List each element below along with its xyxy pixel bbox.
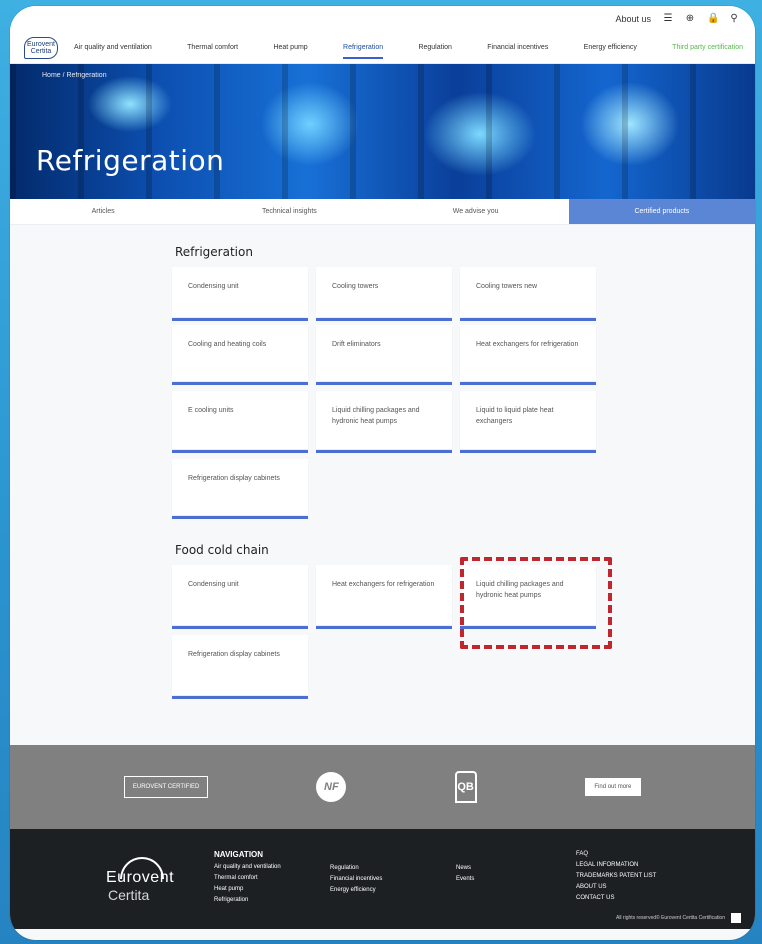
target-highlight-box — [460, 557, 612, 649]
footer-logo-line1: Eurovent — [106, 869, 175, 886]
copyright-text: All rights reserved© Eurovent Certita Ce… — [615, 915, 725, 921]
about-us-link[interactable]: About us — [615, 14, 651, 24]
certification-logos: EUROVENT CERTIFIED NF QB Find out more — [10, 745, 755, 829]
nf-logo[interactable]: NF — [316, 772, 347, 802]
eurovent-logo[interactable]: Eurovent Certita — [24, 36, 58, 59]
product-card[interactable]: Liquid to liquid plate heat exchangers — [460, 391, 596, 453]
lock-icon[interactable]: 🔒 — [707, 14, 719, 24]
tab-articles[interactable]: Articles — [10, 199, 196, 224]
footer-link[interactable]: Regulation — [330, 863, 382, 874]
nav-third-party-certification[interactable]: Third party certification — [668, 40, 747, 55]
footer-link[interactable]: Energy efficiency — [330, 885, 382, 896]
footer-nav-col1: NAVIGATION Air quality and ventilation T… — [214, 849, 281, 906]
product-card[interactable]: Refrigeration display cabinets — [172, 635, 308, 699]
back-to-top-icon[interactable] — [731, 913, 741, 923]
nav-links: Air quality and ventilation Thermal comf… — [70, 40, 747, 59]
find-out-more-button[interactable]: Find out more — [584, 778, 641, 796]
product-card[interactable]: Drift eliminators — [316, 325, 452, 385]
footer-link[interactable]: ABOUT US — [576, 882, 656, 893]
sub-tabs: Articles Technical insights We advise yo… — [10, 199, 755, 225]
product-card[interactable]: Cooling towers new — [460, 267, 596, 321]
product-card[interactable]: Condensing unit — [172, 267, 308, 321]
page-title: Refrigeration — [36, 144, 225, 177]
product-card[interactable]: E cooling units — [172, 391, 308, 453]
footer-logo[interactable]: Eurovent Certita — [106, 857, 174, 909]
main-nav: Eurovent Certita Air quality and ventila… — [10, 32, 755, 64]
nav-refrigeration[interactable]: Refrigeration — [339, 40, 387, 59]
footer-link[interactable]: News — [456, 863, 474, 874]
nav-regulation[interactable]: Regulation — [414, 40, 455, 55]
tab-certified-products[interactable]: Certified products — [568, 199, 755, 224]
footer-link[interactable]: Thermal comfort — [214, 873, 281, 884]
product-card[interactable]: Liquid chilling packages and hydronic he… — [316, 391, 452, 453]
hero-banner: Home / Refrigeration Refrigeration — [10, 64, 755, 199]
product-card[interactable]: Heat exchangers for refrigeration — [316, 565, 452, 629]
menu-icon[interactable]: ☰ — [663, 14, 673, 24]
footer-link[interactable]: Events — [456, 874, 474, 885]
footer-logo-line2: Certita — [108, 887, 150, 903]
nav-air-quality[interactable]: Air quality and ventilation — [70, 40, 156, 55]
footer-link[interactable]: LEGAL INFORMATION — [576, 860, 656, 871]
footer-link[interactable]: Refrigeration — [214, 895, 281, 906]
tab-technical-insights[interactable]: Technical insights — [196, 199, 382, 224]
product-card[interactable]: Condensing unit — [172, 565, 308, 629]
footer-link[interactable]: FAQ — [576, 849, 656, 860]
browser-page: About us ☰ ⊕ 🔒 ⚲ Eurovent Certita Air qu… — [10, 6, 755, 940]
footer-copyright: All rights reserved© Eurovent Certita Ce… — [616, 913, 741, 923]
nav-heat-pump[interactable]: Heat pump — [269, 40, 311, 55]
footer-link[interactable]: Air quality and ventilation — [214, 862, 281, 873]
section-title-refrigeration: Refrigeration — [175, 245, 253, 259]
nav-financial-incentives[interactable]: Financial incentives — [483, 40, 552, 55]
breadcrumb[interactable]: Home / Refrigeration — [42, 72, 107, 79]
footer-nav-title: NAVIGATION — [214, 850, 264, 859]
certified-products-content: Refrigeration Condensing unit Cooling to… — [10, 225, 755, 745]
section-title-food-cold-chain: Food cold chain — [175, 543, 269, 557]
product-card[interactable]: Refrigeration display cabinets — [172, 459, 308, 519]
footer-link[interactable]: Financial incentives — [330, 874, 382, 885]
product-card[interactable]: Cooling towers — [316, 267, 452, 321]
product-card[interactable]: Cooling and heating coils — [172, 325, 308, 385]
product-card[interactable]: Heat exchangers for refrigeration — [460, 325, 596, 385]
nav-energy-efficiency[interactable]: Energy efficiency — [580, 40, 641, 55]
footer-link[interactable]: TRADEMARKS PATENT LIST — [576, 871, 656, 882]
footer-link[interactable]: Heat pump — [214, 884, 281, 895]
utility-bar: About us ☰ ⊕ 🔒 ⚲ — [10, 6, 755, 32]
tab-we-advise-you[interactable]: We advise you — [383, 199, 569, 224]
footer-nav-col3: News Events — [456, 863, 474, 885]
footer-link[interactable]: CONTACT US — [576, 893, 656, 904]
eurovent-certified-logo[interactable]: EUROVENT CERTIFIED — [124, 776, 209, 798]
qb-logo[interactable]: QB — [454, 771, 477, 803]
search-icon[interactable]: ⚲ — [729, 14, 739, 24]
globe-icon[interactable]: ⊕ — [685, 14, 695, 24]
footer-nav-col2: Regulation Financial incentives Energy e… — [330, 863, 382, 896]
site-footer: Eurovent Certita NAVIGATION Air quality … — [10, 829, 755, 929]
nav-thermal-comfort[interactable]: Thermal comfort — [183, 40, 242, 55]
footer-info-col: FAQ LEGAL INFORMATION TRADEMARKS PATENT … — [576, 849, 656, 904]
